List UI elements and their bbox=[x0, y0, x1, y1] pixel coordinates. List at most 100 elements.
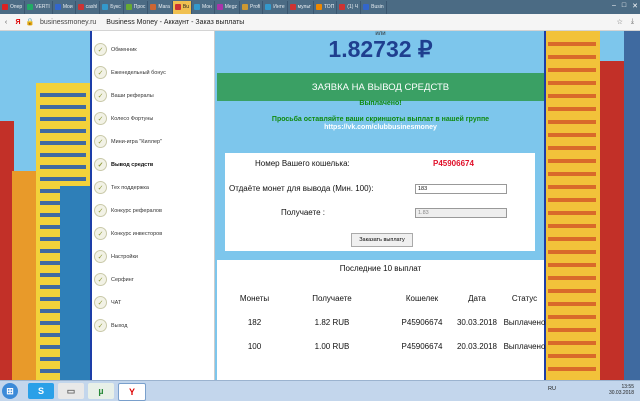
receive-label: Получаете : bbox=[281, 208, 325, 217]
table-row: 182 1.82 RUB P45906674 30.03.2018 Выплач… bbox=[217, 318, 546, 332]
withdraw-request-button[interactable]: ЗАЯВКА НА ВЫВОД СРЕДСТВ bbox=[217, 73, 544, 101]
sidebar-menu-label: Тех поддержка bbox=[111, 184, 149, 191]
browser-tab[interactable]: Инте bbox=[263, 0, 288, 14]
vk-group-link[interactable]: https://vk.com/clubbusinesmoney bbox=[217, 124, 544, 131]
browser-tab[interactable]: Bu bbox=[172, 0, 192, 14]
lock-icon: 🔒 bbox=[25, 19, 35, 26]
sidebar-menu-item[interactable]: ✓ Вывод средств bbox=[92, 153, 214, 176]
checkmark-icon: ✓ bbox=[94, 135, 107, 148]
sidebar-menu-item[interactable]: ✓ Мини-игра "Киллер" bbox=[92, 130, 214, 153]
checkmark-icon: ✓ bbox=[94, 250, 107, 263]
sidebar-menu-item[interactable]: ✓ Серфинг bbox=[92, 268, 214, 291]
sidebar-menu-label: ЧАТ bbox=[111, 299, 122, 306]
language-indicator[interactable]: RU bbox=[548, 386, 556, 392]
browser-tab[interactable]: Profi bbox=[240, 0, 264, 14]
browser-tab[interactable]: Мон bbox=[192, 0, 215, 14]
tab-favicon-icon bbox=[77, 4, 84, 10]
sidebar-menu-item[interactable]: ✓ Конкурс инвесторов bbox=[92, 222, 214, 245]
browser-tab[interactable]: ТОП bbox=[314, 0, 338, 14]
tab-favicon-icon bbox=[2, 4, 8, 10]
browser-tab[interactable]: мульт bbox=[288, 0, 314, 14]
sidebar-menu-item[interactable]: ✓ Обменник bbox=[92, 38, 214, 61]
amount-label: Отдаёте монет для вывода (Мин. 100): bbox=[229, 184, 374, 193]
sidebar-menu-label: Мини-игра "Киллер" bbox=[111, 138, 163, 145]
tab-label: Busin bbox=[371, 4, 384, 10]
close-icon[interactable]: ✕ bbox=[632, 2, 638, 10]
withdraw-form: Номер Вашего кошелька: P45906674 Отдаёте… bbox=[225, 153, 535, 251]
sidebar-menu-item[interactable]: ✓ Ваши рефералы bbox=[92, 84, 214, 107]
system-clock[interactable]: 13:55 30.03.2018 bbox=[609, 384, 634, 396]
clock-date: 30.03.2018 bbox=[608, 390, 634, 396]
tab-label: Прос bbox=[133, 4, 146, 10]
back-icon[interactable]: ‹ bbox=[0, 19, 12, 26]
yandex-browser-icon[interactable]: Y bbox=[118, 383, 146, 401]
download-icon[interactable]: ⤓ bbox=[631, 18, 634, 26]
bookmark-icon[interactable]: ☆ bbox=[617, 18, 623, 26]
sidebar-menu-item[interactable]: ✓ ЧАТ bbox=[92, 291, 214, 314]
tab-favicon-icon bbox=[194, 4, 200, 10]
balance-amount: 1.82732 ₽ bbox=[328, 36, 433, 62]
sidebar-menu-item[interactable]: ✓ Тех поддержка bbox=[92, 176, 214, 199]
browser-tab[interactable]: Мага bbox=[148, 0, 173, 14]
order-payout-button[interactable]: Заказать выплату bbox=[351, 233, 413, 247]
page-content: ✓ Обменник ✓ Еженедельный бонус ✓ Ваши рефера… bbox=[0, 31, 640, 380]
column-header: Монеты bbox=[239, 294, 270, 303]
column-header: Статус bbox=[511, 294, 538, 303]
sidebar-menu-label: Вывод средств bbox=[111, 161, 154, 168]
sidebar-menu-label: Конкурс рефералов bbox=[111, 207, 162, 214]
utorrent-icon[interactable]: µ bbox=[88, 383, 114, 399]
table-cell: 30.03.2018 bbox=[456, 318, 498, 327]
yandex-logo-icon[interactable]: Я bbox=[12, 19, 24, 26]
building-decoration bbox=[60, 186, 90, 380]
browser-tab[interactable]: Букс bbox=[100, 0, 124, 14]
recent-payouts-table: Последние 10 выплат Монеты Получаете Кош… bbox=[217, 260, 546, 380]
table-cell: 100 bbox=[247, 342, 262, 351]
table-cell: 1.00 RUB bbox=[314, 342, 350, 351]
browser-tab[interactable]: Мои bbox=[53, 0, 76, 14]
sidebar-menu-label: Серфинг bbox=[111, 276, 134, 283]
tab-favicon-icon bbox=[174, 4, 181, 10]
browser-tab[interactable]: VERTI bbox=[25, 0, 53, 14]
browser-tab[interactable]: Busin bbox=[361, 0, 387, 14]
tab-label: ТОП bbox=[323, 4, 335, 10]
skype-icon[interactable]: S bbox=[28, 383, 54, 399]
windows-taskbar: ⊞ S ▭ µ Y RU 13:55 30.03.2018 bbox=[0, 380, 640, 401]
table-cell: Выплачено bbox=[503, 342, 546, 351]
amount-input[interactable]: 183 bbox=[415, 184, 507, 194]
table-cell: 182 bbox=[247, 318, 262, 327]
payouts-title: Последние 10 выплат bbox=[339, 264, 422, 273]
sidebar-menu-label: Ваши рефералы bbox=[111, 92, 154, 99]
browser-tab[interactable]: Опер bbox=[0, 0, 26, 14]
sidebar-menu-label: Настройки bbox=[111, 253, 138, 260]
sidebar-menu-item[interactable]: ✓ Настройки bbox=[92, 245, 214, 268]
tab-favicon-icon bbox=[102, 4, 109, 10]
sidebar-menu-label: Колесо Фортуны bbox=[111, 115, 154, 122]
checkmark-icon: ✓ bbox=[94, 227, 107, 240]
maximize-icon[interactable]: □ bbox=[622, 2, 626, 10]
minimize-icon[interactable]: – bbox=[612, 2, 616, 10]
sidebar-menu-item[interactable]: ✓ Выход bbox=[92, 314, 214, 337]
tab-label: Опер bbox=[10, 4, 23, 10]
tab-favicon-icon bbox=[265, 4, 272, 10]
browser-tab[interactable]: (1) Ч bbox=[337, 0, 362, 14]
browser-tab[interactable]: Прос bbox=[124, 0, 149, 14]
building-decoration bbox=[600, 61, 626, 380]
tab-favicon-icon bbox=[242, 4, 248, 10]
browser-tab[interactable]: cashl bbox=[76, 0, 101, 14]
tab-label: мульт bbox=[297, 4, 311, 10]
sidebar-menu-item[interactable]: ✓ Колесо Фортуны bbox=[92, 107, 214, 130]
tab-label: (1) Ч bbox=[347, 4, 359, 10]
sidebar-menu-label: Выход bbox=[111, 322, 128, 329]
file-explorer-icon[interactable]: ▭ bbox=[58, 383, 84, 399]
content-border bbox=[544, 31, 546, 380]
address-bar: ‹ Я 🔒 businessmoney.ru Business Money - … bbox=[0, 14, 640, 31]
start-button-icon[interactable]: ⊞ bbox=[2, 383, 18, 399]
sidebar-menu-item[interactable]: ✓ Конкурс рефералов bbox=[92, 199, 214, 222]
sidebar-menu-item[interactable]: ✓ Еженедельный бонус bbox=[92, 61, 214, 84]
tab-favicon-icon bbox=[315, 4, 322, 10]
tab-favicon-icon bbox=[289, 4, 296, 10]
url-field[interactable]: businessmoney.ru bbox=[40, 19, 96, 26]
sidebar-menu-label: Обменник bbox=[111, 46, 137, 53]
tab-label: Мои bbox=[62, 4, 73, 10]
browser-tab[interactable]: Megz bbox=[215, 0, 240, 14]
